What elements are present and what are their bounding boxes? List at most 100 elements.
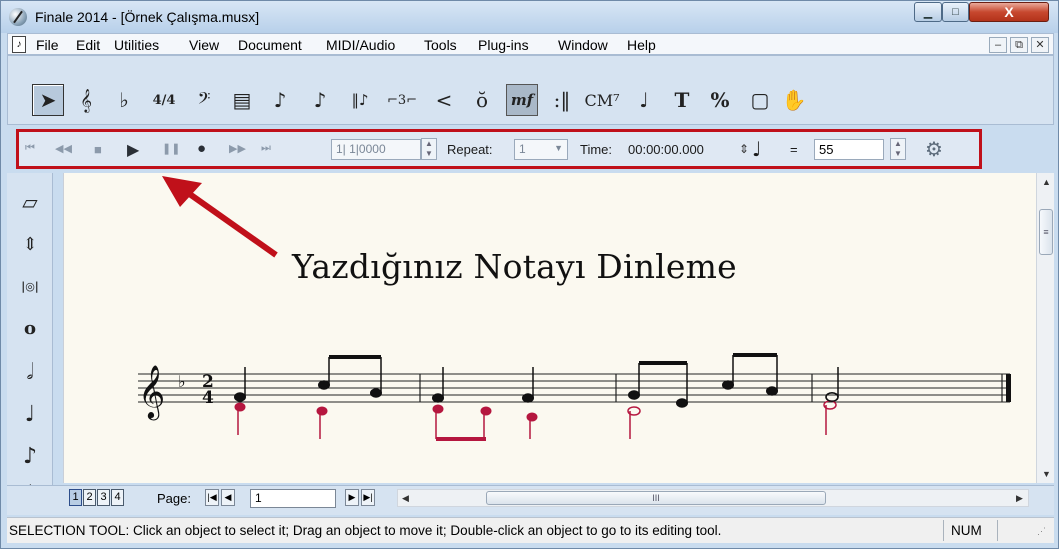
last-page-button[interactable]: ▶| xyxy=(361,489,375,506)
maximize-button[interactable]: □ xyxy=(942,2,969,22)
simple-entry-tool[interactable]: ♪ xyxy=(264,84,296,116)
vertical-scroll-thumb[interactable]: ≡ xyxy=(1039,209,1053,255)
time-label: Time: xyxy=(580,142,613,157)
staff-tool[interactable]: 𝄞 xyxy=(70,84,102,116)
final-barline xyxy=(1006,374,1011,402)
doc-restore-button[interactable]: ⧉ xyxy=(1010,37,1028,53)
hand-grabber-tool-icon: ✋ xyxy=(781,88,807,112)
layer-two-notes xyxy=(234,400,837,441)
first-page-button[interactable]: |◀ xyxy=(205,489,219,506)
chord-tool[interactable]: CM⁷ xyxy=(584,84,619,116)
layer-4-button[interactable]: 4 xyxy=(111,489,124,506)
close-button[interactable]: X xyxy=(969,2,1049,22)
quarter-note-icon: ♩ xyxy=(24,401,36,427)
menu-edit[interactable]: Edit xyxy=(76,37,100,53)
smart-shape-tool[interactable]: < xyxy=(428,84,460,116)
chevron-down-icon: ▼ xyxy=(554,143,563,153)
rewind-to-start-button[interactable]: ⏮ xyxy=(25,142,35,155)
repeat-tool[interactable]: :‖ xyxy=(546,84,578,116)
hyperscribe-tool-icon: ‖♪ xyxy=(351,91,369,109)
doc-minimize-button[interactable]: – xyxy=(989,37,1007,53)
lyrics-tool[interactable]: ♩ xyxy=(628,84,660,116)
status-message: SELECTION TOOL: Click an object to selec… xyxy=(9,523,722,538)
rewind-button[interactable]: ◀◀ xyxy=(55,142,72,155)
play-button[interactable]: ▶ xyxy=(127,140,139,160)
selection-tool[interactable]: ➤ xyxy=(32,84,64,116)
record-button[interactable]: ● xyxy=(197,140,206,157)
resize-tool[interactable]: % xyxy=(704,84,736,116)
forward-to-end-button[interactable]: ⏭ xyxy=(261,142,271,155)
page-number-input[interactable]: 1 xyxy=(250,489,336,508)
whole-note-tool[interactable]: o xyxy=(13,313,47,343)
vertical-scrollbar[interactable]: ▲ ≡ ▼ xyxy=(1036,173,1054,483)
stop-button[interactable]: ■ xyxy=(94,142,102,157)
tempo-note-icon[interactable]: ♩ xyxy=(752,137,761,161)
previous-page-button[interactable]: ◀ xyxy=(221,489,235,506)
menu-midi-audio[interactable]: MIDI/Audio xyxy=(326,37,395,53)
menu-tools[interactable]: Tools xyxy=(424,37,457,53)
scroll-left-icon[interactable]: ◀ xyxy=(402,493,409,504)
tie-tool[interactable]: |◎| xyxy=(13,271,47,301)
time-display: 00:00:00.000 xyxy=(628,142,704,157)
menu-window[interactable]: Window xyxy=(558,37,608,53)
key-signature-tool-icon: ♭ xyxy=(119,88,129,112)
playback-position-field[interactable]: 1| 1|0000 xyxy=(331,139,421,160)
hyperscribe-tool[interactable]: ‖♪ xyxy=(344,84,376,116)
resize-grip-icon[interactable]: ⋰ xyxy=(1037,526,1046,537)
half-note-tool[interactable]: 𝅗𝅥 xyxy=(13,357,47,387)
page-navigation-bar: 1 2 3 4 Page: |◀ ◀ 1 ▶ ▶| ◀ III ▶ xyxy=(7,485,1054,515)
articulation-tool[interactable]: ŏ xyxy=(466,84,498,116)
quarter-note-tool[interactable]: ♩ xyxy=(13,399,47,429)
tempo-input[interactable]: 55 xyxy=(814,139,884,160)
scroll-right-icon[interactable]: ▶ xyxy=(1016,493,1023,504)
speedy-entry-tool-icon: ♪ xyxy=(313,88,327,112)
repeat-select[interactable]: 1 ▼ xyxy=(514,139,568,160)
score-canvas[interactable]: 𝄞 ♭ 2 4 Yazdığınız Notayı Dinleme xyxy=(63,173,1036,483)
playback-settings-icon[interactable]: ⚙ xyxy=(925,137,943,162)
playback-controls: ⏮ ◀◀ ■ ▶ ❚❚ ● ▶▶ ⏭ 1| 1|0000 ▲ ▼ Repeat: … xyxy=(16,129,982,169)
tempo-spin-icon[interactable]: ⇕ xyxy=(739,142,749,156)
position-spinner[interactable]: ▲ ▼ xyxy=(421,138,437,160)
menu-utilities[interactable]: Utilities xyxy=(114,37,159,53)
finale-app-icon[interactable] xyxy=(9,8,27,26)
document-icon[interactable]: ♪ xyxy=(12,36,26,53)
status-divider xyxy=(943,520,944,541)
clef-tool[interactable]: 𝄢 xyxy=(188,84,220,116)
tempo-spinner[interactable]: ▲ ▼ xyxy=(890,138,906,160)
menu-view[interactable]: View xyxy=(189,37,219,53)
measure-tool[interactable]: ▤ xyxy=(226,84,258,116)
menu-help[interactable]: Help xyxy=(627,37,656,53)
minimize-button[interactable]: ▁ xyxy=(914,2,942,22)
next-page-button[interactable]: ▶ xyxy=(345,489,359,506)
page-layout-tool[interactable]: ▢ xyxy=(744,84,776,116)
tuplet-tool[interactable]: ⌐3⌐ xyxy=(386,84,418,116)
doc-close-button[interactable]: ✕ xyxy=(1031,37,1049,53)
menu-plug-ins[interactable]: Plug-ins xyxy=(478,37,529,53)
eighth-note-tool[interactable]: ♪ xyxy=(13,441,47,471)
horizontal-scrollbar[interactable]: ◀ III ▶ xyxy=(397,489,1029,507)
layer-1-button[interactable]: 1 xyxy=(69,489,82,506)
annotation-arrowhead xyxy=(162,176,202,207)
menu-document[interactable]: Document xyxy=(238,37,302,53)
horizontal-scroll-thumb[interactable]: III xyxy=(486,491,826,505)
time-signature-tool[interactable]: 4/4 xyxy=(148,84,180,116)
text-tool[interactable]: T xyxy=(666,84,698,116)
scroll-down-icon[interactable]: ▼ xyxy=(1042,469,1051,479)
speedy-entry-tool[interactable]: ♪ xyxy=(304,84,336,116)
title-bar[interactable]: Finale 2014 - [Örnek Çalışma.musx] ▁ □ X xyxy=(1,1,1058,33)
fast-forward-button[interactable]: ▶▶ xyxy=(229,142,246,155)
articulation-tool-icon: ŏ xyxy=(475,88,489,112)
page-label: Page: xyxy=(157,491,191,506)
resize-tool-icon: % xyxy=(710,88,730,112)
expression-tool[interactable]: mf xyxy=(506,84,538,116)
scroll-up-icon[interactable]: ▲ xyxy=(1042,177,1051,187)
layer-2-button[interactable]: 2 xyxy=(83,489,96,506)
pause-button[interactable]: ❚❚ xyxy=(162,142,180,155)
move-up-down-tool[interactable]: ⇕ xyxy=(13,229,47,259)
eraser-tool[interactable]: ▱ xyxy=(13,187,47,217)
menu-file[interactable]: File xyxy=(36,37,59,53)
layer-3-button[interactable]: 3 xyxy=(97,489,110,506)
window-title: Finale 2014 - [Örnek Çalışma.musx] xyxy=(35,9,260,25)
hand-grabber-tool[interactable]: ✋ xyxy=(778,84,810,116)
key-signature-tool[interactable]: ♭ xyxy=(108,84,140,116)
